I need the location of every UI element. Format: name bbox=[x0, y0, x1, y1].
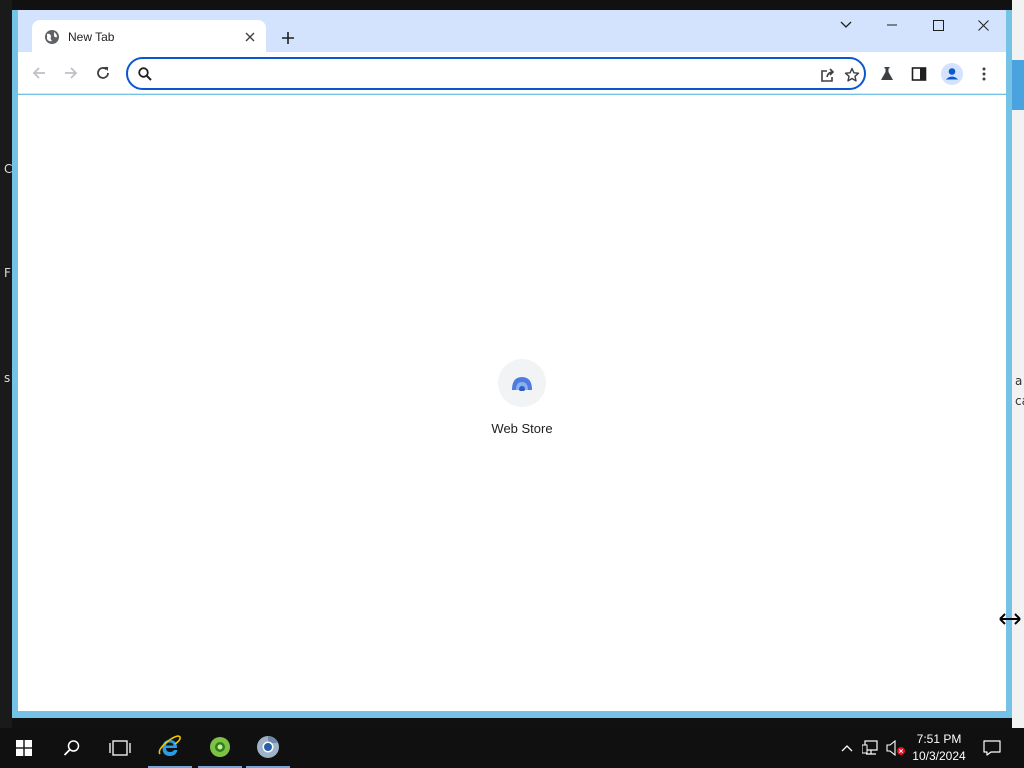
side-panel-button[interactable] bbox=[906, 61, 932, 87]
browser-window: New Tab Web Store bbox=[12, 10, 1012, 718]
taskbar-internet-explorer[interactable] bbox=[148, 728, 192, 768]
flask-icon bbox=[881, 67, 893, 80]
shortcut-tile bbox=[498, 359, 546, 407]
new-tab-page: Web Store bbox=[18, 95, 1006, 711]
system-clock[interactable]: 7:51 PM 10/3/2024 bbox=[906, 731, 972, 765]
volume-muted-icon bbox=[886, 740, 905, 756]
search-icon bbox=[138, 67, 152, 81]
background-text-fragment: a bbox=[1015, 374, 1023, 388]
share-button[interactable] bbox=[816, 63, 840, 87]
resize-cursor-icon bbox=[999, 613, 1021, 625]
show-hidden-icons-button[interactable] bbox=[836, 728, 858, 768]
kebab-menu-icon bbox=[982, 67, 986, 81]
action-center-button[interactable] bbox=[978, 728, 1006, 768]
notification-icon bbox=[983, 740, 1001, 756]
task-view-icon bbox=[109, 740, 131, 756]
minimize-button[interactable] bbox=[869, 10, 915, 40]
close-window-button[interactable] bbox=[960, 10, 1006, 40]
green-app-icon bbox=[210, 737, 230, 757]
profile-button[interactable] bbox=[939, 61, 965, 87]
background-window-accent bbox=[1012, 60, 1024, 110]
close-icon bbox=[245, 32, 255, 41]
share-icon bbox=[821, 68, 835, 82]
side-panel-icon bbox=[911, 67, 927, 81]
labs-button[interactable] bbox=[874, 61, 900, 87]
reload-icon bbox=[97, 67, 109, 79]
desktop-text-fragment: s bbox=[4, 371, 11, 385]
task-view-button[interactable] bbox=[96, 728, 144, 768]
minimize-icon bbox=[887, 24, 897, 26]
web-store-icon bbox=[512, 377, 532, 391]
back-arrow-icon bbox=[32, 67, 45, 79]
globe-icon bbox=[45, 29, 59, 44]
desktop-text-fragment: F bbox=[4, 266, 11, 280]
search-icon bbox=[63, 740, 80, 756]
browser-toolbar bbox=[18, 52, 1006, 94]
tab-new-tab[interactable]: New Tab bbox=[32, 20, 266, 53]
avatar-icon bbox=[941, 63, 963, 85]
back-button[interactable] bbox=[26, 60, 52, 86]
shortcut-web-store[interactable]: Web Store bbox=[466, 359, 578, 449]
reload-button[interactable] bbox=[90, 60, 116, 86]
star-icon bbox=[844, 67, 860, 82]
plus-icon bbox=[282, 32, 294, 44]
network-icon bbox=[862, 740, 878, 755]
tab-title: New Tab bbox=[68, 29, 115, 44]
forward-arrow-icon bbox=[65, 67, 78, 79]
clock-time: 7:51 PM bbox=[916, 732, 962, 746]
taskbar: 7:51 PM 10/3/2024 bbox=[0, 728, 1024, 768]
desktop-left-edge: C F s bbox=[0, 0, 12, 728]
title-bar: New Tab bbox=[18, 10, 1006, 53]
chevron-up-icon bbox=[841, 745, 853, 752]
internet-explorer-icon bbox=[158, 735, 181, 756]
address-input[interactable] bbox=[160, 63, 800, 85]
tab-search-button[interactable] bbox=[823, 10, 869, 40]
shortcut-label: Web Store bbox=[491, 421, 553, 436]
menu-button[interactable] bbox=[971, 61, 997, 87]
maximize-icon bbox=[932, 19, 944, 31]
chrome-icon bbox=[257, 736, 279, 758]
windows-logo-icon bbox=[16, 740, 32, 756]
taskbar-green-app[interactable] bbox=[198, 728, 242, 768]
new-tab-button[interactable] bbox=[274, 24, 302, 52]
clock-date: 10/3/2024 bbox=[912, 749, 966, 763]
close-icon bbox=[977, 19, 989, 31]
volume-button[interactable] bbox=[884, 728, 908, 768]
bookmark-button[interactable] bbox=[840, 63, 864, 87]
taskbar-search-button[interactable] bbox=[48, 728, 96, 768]
start-button[interactable] bbox=[0, 728, 48, 768]
tab-close-button[interactable] bbox=[240, 27, 260, 47]
network-button[interactable] bbox=[859, 728, 883, 768]
chevron-down-icon bbox=[840, 21, 852, 28]
forward-button[interactable] bbox=[58, 60, 84, 86]
address-bar[interactable] bbox=[126, 57, 866, 90]
maximize-button[interactable] bbox=[915, 10, 961, 40]
taskbar-chrome[interactable] bbox=[246, 728, 290, 768]
background-text-fragment: ca bbox=[1015, 394, 1024, 408]
